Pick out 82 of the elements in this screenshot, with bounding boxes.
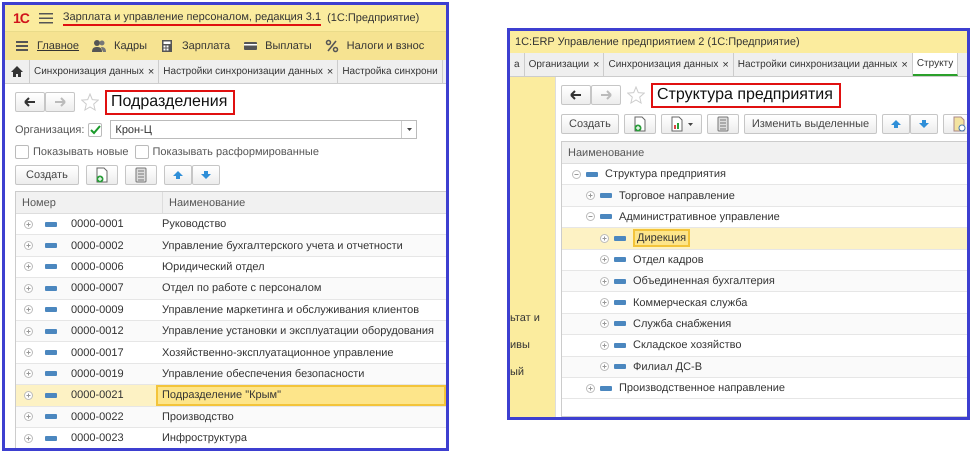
tree-row[interactable]: Отдел кадров (562, 250, 967, 271)
table-cell: 0000-0021 (71, 389, 124, 402)
table-cell-text: Юридический отдел (161, 260, 266, 275)
app-logo: 1С (13, 10, 29, 26)
field-label: Организация: (15, 124, 84, 136)
table-row[interactable]: 0000-0022 Производство (16, 406, 446, 428)
tree-item[interactable]: Структура предприятия (605, 168, 726, 180)
table-cell: 0000-0017 (71, 346, 124, 359)
column-header[interactable]: Наименование (562, 142, 644, 163)
tab[interactable]: а (510, 53, 525, 76)
tree-item[interactable]: Объединенная бухгалтерия (633, 275, 775, 288)
window-title: Зарплата и управление персоналом, редакция 3.1 (62, 10, 322, 26)
tree-row[interactable]: Служба снабжения (562, 314, 967, 336)
table-cell-text: Отдел по работе с персоналом (161, 281, 322, 296)
table-cell: Подразделение "Крым" (156, 385, 446, 406)
edit-selected-button[interactable]: Изменить выделенные (744, 114, 878, 134)
menu-item[interactable]: Кадры (92, 39, 147, 53)
table-cell: 0000-0023 (71, 432, 124, 444)
menu-item[interactable]: Зарплата (160, 39, 230, 53)
tab[interactable]: Синхронизация данных × (604, 53, 734, 76)
tree-item[interactable]: Производственное направление (619, 382, 786, 394)
table-cell: 0000-0012 (71, 325, 124, 338)
table-cell: 0000-0007 (71, 282, 124, 294)
table-cell: 0000-0001 (71, 218, 124, 230)
menu-item[interactable]: Главное (15, 39, 80, 53)
close-tab-button[interactable]: × (148, 66, 154, 78)
tab[interactable]: Структу (912, 53, 958, 76)
tab[interactable]: Синхронизация данных × (30, 60, 160, 83)
table-row[interactable]: 0000-0021 Подразделение "Крым" (16, 385, 446, 407)
table-cell-text: Управление маркетинга и обслуживания клиентов (161, 302, 420, 318)
sidebar-item[interactable]: ивы (510, 339, 555, 352)
sidebar-item[interactable]: ьтат и (510, 312, 555, 325)
table-row[interactable]: 0000-0012 Управление установки и эксплуатации оборудования (16, 320, 446, 342)
close-tab-button[interactable]: × (593, 58, 600, 70)
table-cell-text: Инфроструктура (161, 431, 248, 446)
menu-item[interactable]: Выплаты (243, 39, 312, 53)
window-subtitle: (1С:Предприятие) (327, 12, 420, 24)
table-cell-text: Управление обеспечения безопасности (161, 366, 366, 382)
menu-item[interactable]: Налоги и взнос (324, 39, 424, 53)
table-cell-text: Производство (161, 410, 235, 425)
close-tab-button[interactable]: × (326, 66, 334, 78)
table-cell-text: Управление установки и эксплуатации оборудования (161, 324, 435, 340)
table-cell: 0000-0022 (71, 410, 124, 423)
close-tab-button[interactable]: × (901, 58, 908, 70)
tree-item[interactable]: Отдел кадров (633, 254, 704, 266)
table-cell: 0000-0002 (71, 240, 124, 252)
table-cell: 0000-0019 (71, 368, 124, 380)
column-header[interactable]: Номер (16, 192, 163, 213)
table-cell-text: Управление бухгалтерского учета и отчетности (161, 238, 404, 254)
tree-item[interactable]: Административное управление (619, 210, 780, 223)
sidebar-item[interactable]: ый (510, 366, 555, 379)
tree-item[interactable]: Коммерческая служба (633, 296, 748, 309)
tree-row[interactable]: Филиал ДС-В (562, 356, 967, 378)
tab[interactable]: Организации × (524, 53, 604, 76)
table-row[interactable]: 0000-0002 Управление бухгалтерского учета и отчетности (16, 235, 446, 257)
column-header[interactable]: Наименование (163, 192, 246, 213)
checkbox-label: Показывать новые (33, 146, 129, 158)
organization-field[interactable]: Крон-Ц (110, 120, 418, 139)
form-title: Подразделения (105, 90, 236, 114)
table-row[interactable]: 0000-0009 Управление маркетинга и обслуживания клиентов (16, 300, 446, 321)
checkbox-label: Показывать расформированные (152, 146, 319, 158)
tree-item[interactable]: Торговое направление (619, 190, 735, 202)
table-row[interactable]: 0000-0007 Отдел по работе с персоналом (16, 278, 446, 300)
window-title: 1С:ERP Управление предприятием 2 (1С:Предприятие) (515, 36, 800, 48)
tree-item[interactable]: Складское хозяйство (633, 339, 742, 352)
table-cell-text: Хозяйственно-эксплуатационное управление (161, 346, 395, 361)
form-title: Структура предприятия (651, 82, 841, 108)
table-cell: 0000-0006 (71, 260, 124, 273)
table-row[interactable]: 0000-0019 Управление обеспечения безопасности (16, 364, 446, 386)
create-button[interactable]: Создать (561, 114, 619, 134)
tab[interactable]: Настройки синхронизации данных × (159, 60, 338, 83)
table-cell: 0000-0009 (71, 304, 124, 316)
tree-item[interactable]: Филиал ДС-В (633, 360, 702, 373)
tree-row[interactable]: Торговое направление (562, 185, 967, 207)
tree-item[interactable]: Служба снабжения (633, 318, 732, 330)
close-tab-button[interactable]: × (722, 58, 729, 70)
create-button[interactable]: Создать (15, 165, 79, 185)
tree-item[interactable]: Дирекция (633, 229, 690, 248)
tab[interactable]: Настройка синхрони (338, 60, 443, 83)
tree-row[interactable]: Дирекция (562, 228, 967, 250)
tree-row[interactable]: Объединенная бухгалтерия (562, 270, 967, 292)
table-cell-text: Руководство (161, 217, 228, 232)
